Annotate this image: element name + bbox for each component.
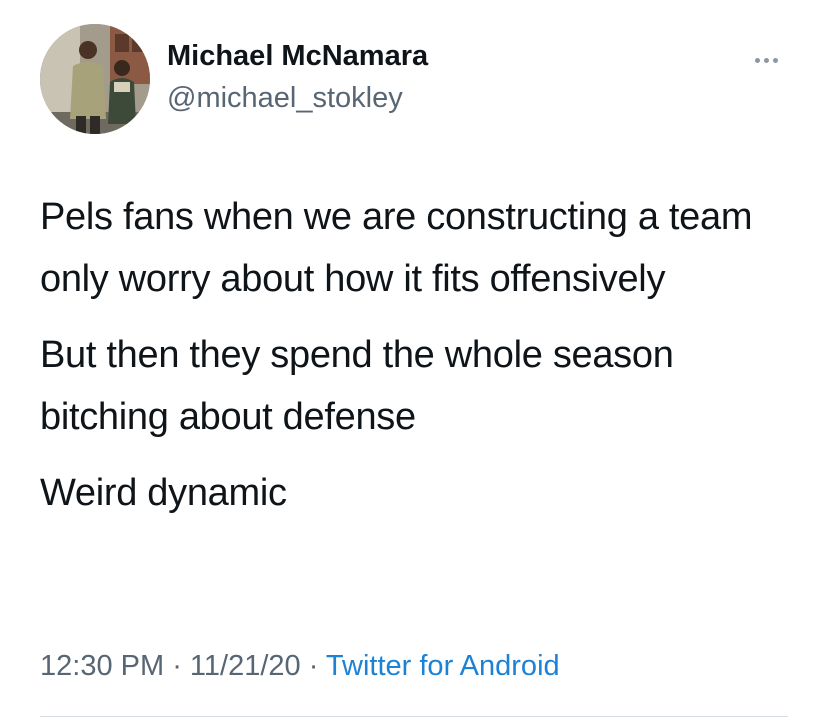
tweet-paragraph: But then they spend the whole season bit…: [40, 334, 674, 438]
tweet-date[interactable]: 11/21/20: [190, 650, 301, 682]
tweet-card: Michael McNamara @michael_stokley Pels f…: [0, 0, 828, 720]
divider: [40, 716, 788, 717]
tweet-paragraph: Pels fans when we are constructing a tea…: [40, 196, 753, 300]
author-avatar[interactable]: [40, 24, 150, 134]
tweet-paragraph: Weird dynamic: [40, 472, 287, 514]
more-dot: [754, 57, 760, 63]
meta-separator: ·: [308, 650, 326, 682]
tweet-text: Pels fans when we are constructing a tea…: [40, 186, 800, 538]
meta-separator: ·: [172, 650, 190, 682]
more-dot: [772, 57, 778, 63]
avatar-photo: [40, 24, 150, 134]
tweet-meta: 12:30 PM · 11/21/20 · Twitter for Androi…: [40, 650, 560, 683]
author-display-name[interactable]: Michael McNamara: [167, 40, 428, 73]
author-handle[interactable]: @michael_stokley: [167, 82, 403, 115]
tweet-time[interactable]: 12:30 PM: [40, 650, 164, 682]
more-dot: [763, 57, 769, 63]
more-options-icon[interactable]: [744, 50, 788, 70]
tweet-source-link[interactable]: Twitter for Android: [326, 650, 560, 682]
